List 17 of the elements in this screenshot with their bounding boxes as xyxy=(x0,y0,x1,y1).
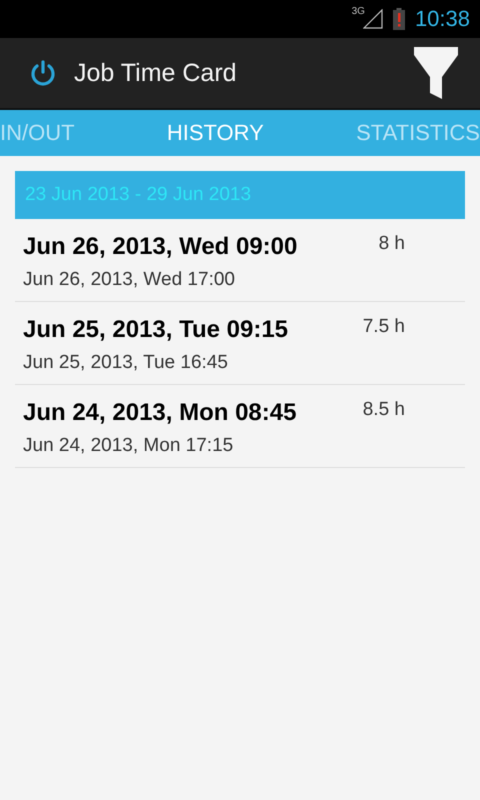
hours-label: 7.5 h xyxy=(362,316,405,338)
end-time: Jun 25, 2013, Tue 16:45 xyxy=(23,352,229,374)
entry-row[interactable]: Jun 24, 2013, Mon 08:45 Jun 24, 2013, Mon 17:15 8.5 h xyxy=(15,385,465,468)
hours-label: 8 h xyxy=(378,233,405,255)
hours-label: 8.5 h xyxy=(362,399,405,421)
app-title: Job Time Card xyxy=(74,58,238,88)
start-time: Jun 26, 2013, Wed 09:00 xyxy=(23,233,298,261)
network-type-label: 3G xyxy=(352,6,365,17)
end-time: Jun 24, 2013, Mon 17:15 xyxy=(23,435,234,457)
start-time: Jun 24, 2013, Mon 08:45 xyxy=(23,399,296,427)
entry-row[interactable]: Jun 26, 2013, Wed 09:00 Jun 26, 2013, Wed 17:00 8 h xyxy=(15,219,465,302)
clock-time: 10:38 xyxy=(414,6,470,32)
start-time: Jun 25, 2013, Tue 09:15 xyxy=(23,316,288,344)
end-time: Jun 26, 2013, Wed 17:00 xyxy=(23,269,236,291)
signal-icon xyxy=(362,9,383,29)
filter-icon[interactable] xyxy=(414,47,458,99)
entry-row[interactable]: Jun 25, 2013, Tue 09:15 Jun 25, 2013, Tue 16:45 7.5 h xyxy=(15,302,465,385)
